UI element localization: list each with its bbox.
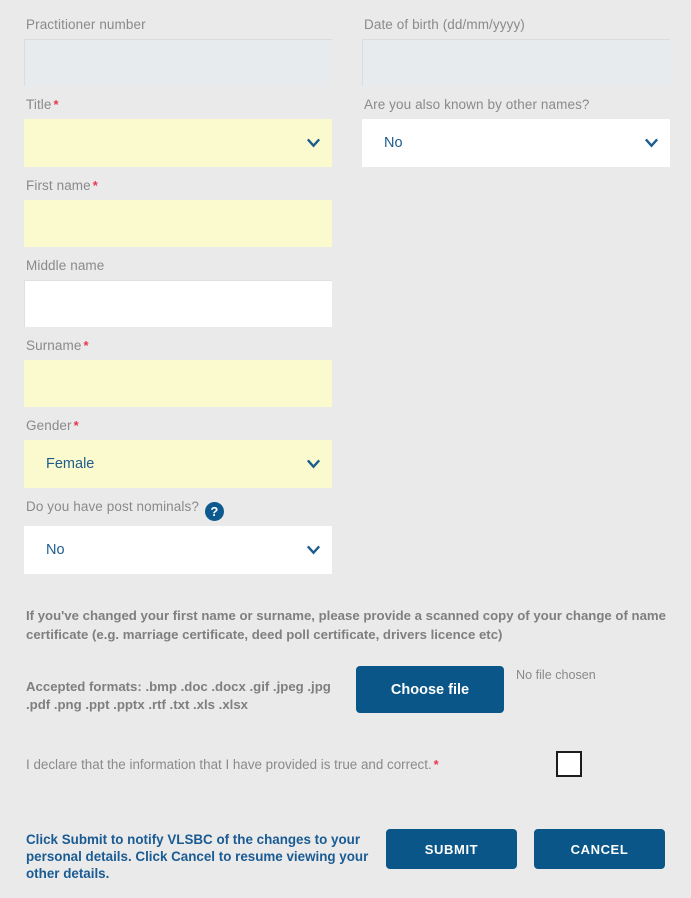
- name-change-notice: If you've changed your first name or sur…: [26, 608, 666, 642]
- title-select[interactable]: [24, 119, 332, 167]
- required-asterisk: *: [92, 178, 98, 193]
- submit-button[interactable]: SUBMIT: [386, 829, 517, 869]
- declaration-row: I declare that the information that I ha…: [24, 751, 667, 777]
- label-other-names: Are you also known by other names?: [364, 97, 590, 112]
- first-name-input[interactable]: [24, 200, 332, 247]
- file-status-text: No file chosen: [516, 668, 596, 682]
- other-names-select[interactable]: No: [362, 119, 670, 167]
- form-columns: Practitioner number Title * First name * M…: [24, 16, 670, 584]
- field-middle-name: Middle name: [24, 257, 332, 327]
- field-title: Title *: [24, 96, 332, 167]
- field-other-names: Are you also known by other names? No: [362, 96, 670, 167]
- help-icon[interactable]: ?: [204, 502, 224, 521]
- choose-file-button[interactable]: Choose file: [356, 666, 504, 713]
- field-date-of-birth: Date of birth (dd/mm/yyyy): [362, 16, 670, 86]
- label-title: Title *: [26, 97, 59, 112]
- gender-select-value: Female: [46, 456, 95, 472]
- post-nominals-select-value: No: [46, 542, 65, 558]
- field-surname: Surname *: [24, 337, 332, 407]
- label-practitioner-number: Practitioner number: [26, 17, 146, 32]
- label-first-name: First name *: [26, 178, 98, 193]
- field-gender: Gender * Female: [24, 417, 332, 488]
- label-middle-name: Middle name: [26, 258, 105, 273]
- declaration-checkbox[interactable]: [556, 751, 582, 777]
- file-upload-row: Accepted formats: .bmp .doc .docx .gif .…: [24, 666, 667, 714]
- footer-instruction-text: Click Submit to notify VLSBC of the chan…: [26, 832, 369, 881]
- field-practitioner-number: Practitioner number: [24, 16, 332, 86]
- accepted-formats-text: Accepted formats: .bmp .doc .docx .gif .…: [26, 679, 331, 712]
- date-of-birth-input[interactable]: [362, 39, 670, 86]
- other-names-select-value: No: [384, 135, 403, 151]
- form-footer: Click Submit to notify VLSBC of the chan…: [24, 829, 667, 882]
- chevron-down-icon: [645, 138, 658, 148]
- field-post-nominals: Do you have post nominals?? No: [24, 498, 332, 574]
- form-column-left: Practitioner number Title * First name * M…: [24, 16, 332, 584]
- chevron-down-icon: [307, 138, 320, 148]
- form-column-right: Date of birth (dd/mm/yyyy) Are you also …: [362, 16, 670, 584]
- cancel-button[interactable]: CANCEL: [534, 829, 665, 869]
- declaration-label: I declare that the information that I ha…: [26, 756, 439, 772]
- label-date-of-birth: Date of birth (dd/mm/yyyy): [364, 17, 525, 32]
- gender-select[interactable]: Female: [24, 440, 332, 488]
- practitioner-number-input[interactable]: [24, 39, 332, 86]
- required-asterisk: *: [73, 418, 79, 433]
- label-gender: Gender *: [26, 418, 79, 433]
- label-surname: Surname *: [26, 338, 89, 353]
- label-post-nominals: Do you have post nominals??: [24, 498, 332, 526]
- footer-button-group: SUBMIT CANCEL: [386, 829, 665, 869]
- middle-name-input[interactable]: [24, 280, 332, 327]
- chevron-down-icon: [307, 459, 320, 469]
- surname-input[interactable]: [24, 360, 332, 407]
- post-nominals-select[interactable]: No: [24, 526, 332, 574]
- personal-details-form: Practitioner number Title * First name * M…: [0, 0, 691, 898]
- required-asterisk: *: [433, 756, 439, 772]
- required-asterisk: *: [83, 338, 89, 353]
- field-first-name: First name *: [24, 177, 332, 247]
- required-asterisk: *: [53, 97, 59, 112]
- chevron-down-icon: [307, 545, 320, 555]
